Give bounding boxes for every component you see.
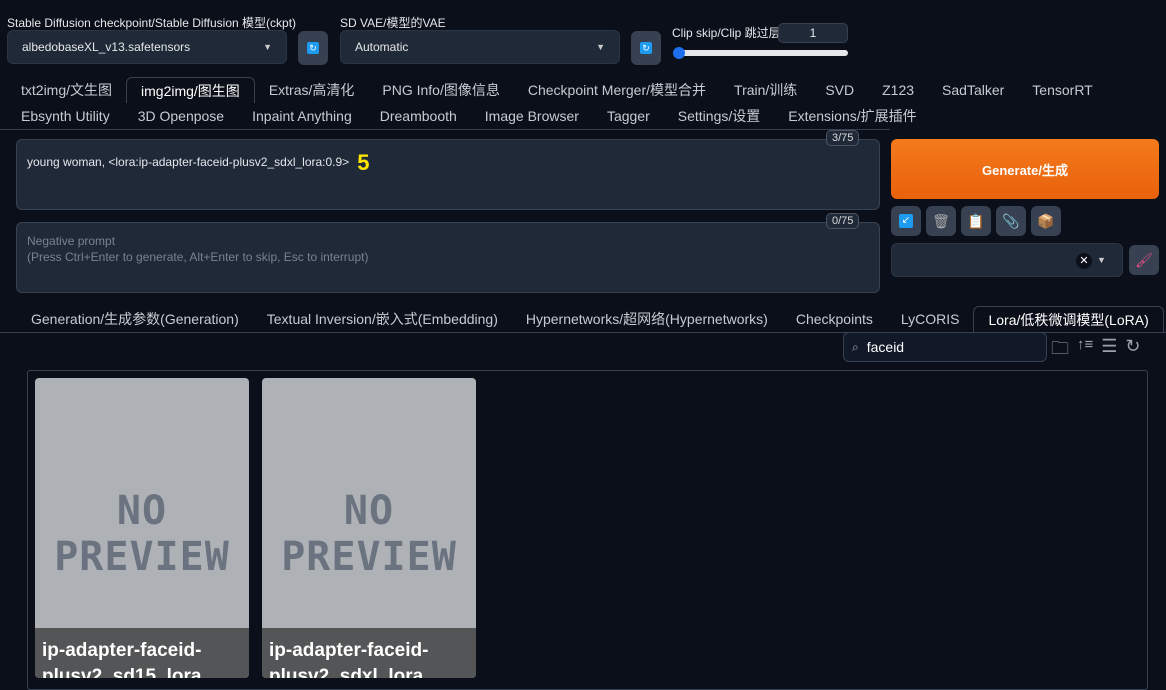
refresh-icon[interactable]: ↻ bbox=[1125, 336, 1140, 366]
tab-txt2img[interactable]: txt2img/文生图 bbox=[7, 77, 126, 103]
tab-tagger[interactable]: Tagger bbox=[593, 103, 664, 129]
tree-view-icon[interactable]: ☰ bbox=[1101, 336, 1117, 366]
vae-value: Automatic bbox=[355, 40, 409, 54]
checkpoint-label: Stable Diffusion checkpoint/Stable Diffu… bbox=[7, 16, 297, 30]
paperclip-button[interactable]: 📎 bbox=[996, 206, 1026, 236]
lora-card[interactable]: NO PREVIEW ip-adapter-faceid-plusv2_sdxl_l… bbox=[262, 378, 476, 678]
tab-settings[interactable]: Settings/设置 bbox=[664, 103, 774, 129]
tab-generation-generation[interactable]: Generation/生成参数(Generation) bbox=[17, 306, 253, 332]
styles-button[interactable]: 📋 bbox=[961, 206, 991, 236]
prompt-token-count: 3/75 bbox=[826, 130, 860, 146]
tab-3d-openpose[interactable]: 3D Openpose bbox=[124, 103, 238, 129]
chevron-down-icon: ▼ bbox=[596, 42, 605, 52]
clear-icon[interactable]: ✕ bbox=[1076, 253, 1092, 269]
vae-label: SD VAE/模型的VAE bbox=[340, 16, 446, 30]
no-preview-image: NO PREVIEW bbox=[281, 488, 457, 580]
search-value: faceid bbox=[866, 339, 905, 355]
refresh-icon: ↻ bbox=[640, 42, 652, 54]
negative-prompt-textarea[interactable]: Negative prompt (Press Ctrl+Enter to gen… bbox=[16, 222, 880, 293]
prompt-text: young woman, <lora:ip-adapter-faceid-plu… bbox=[27, 155, 350, 170]
no-preview-image: NO PREVIEW bbox=[54, 488, 230, 580]
tab-ebsynth-utility[interactable]: Ebsynth Utility bbox=[7, 103, 124, 129]
search-icon: ⌕ bbox=[852, 339, 859, 354]
tab-checkpoint-merger[interactable]: Checkpoint Merger/模型合并 bbox=[514, 77, 720, 103]
vae-dropdown[interactable]: Automatic ▼ bbox=[340, 30, 620, 64]
tab-train[interactable]: Train/训练 bbox=[720, 77, 811, 103]
tab-tensorrt[interactable]: TensorRT bbox=[1018, 77, 1106, 103]
tab-z123[interactable]: Z123 bbox=[868, 77, 928, 103]
tab-lycoris[interactable]: LyCORIS bbox=[887, 306, 974, 332]
clipboard-icon: 📋 bbox=[967, 212, 985, 229]
checkpoint-dropdown[interactable]: albedobaseXL_v13.safetensors ▼ bbox=[7, 30, 287, 64]
card-title: ip-adapter-faceid-plusv2_sdxl_lora bbox=[262, 628, 476, 678]
folder-search-icon[interactable]: 🗀 bbox=[1051, 336, 1069, 366]
main-tabs: txt2img/文生图 img2img/图生图 Extras/高清化 PNG Info… bbox=[7, 77, 1107, 103]
main-tabs-row2: Ebsynth Utility 3D Openpose Inpaint Anythi… bbox=[7, 103, 931, 129]
negative-token-count: 0/75 bbox=[826, 213, 860, 229]
arrow-icon: ↙ bbox=[899, 214, 913, 228]
tab-hypernetworks-hypernetworks[interactable]: Hypernetworks/超网络(Hypernetworks) bbox=[512, 306, 782, 332]
tab-img2img[interactable]: img2img/图生图 bbox=[126, 77, 255, 103]
tab-sadtalker[interactable]: SadTalker bbox=[928, 77, 1018, 103]
tab-extensions[interactable]: Extensions/扩展插件 bbox=[774, 103, 930, 129]
trash-icon: 🗑 bbox=[932, 212, 950, 229]
annotation-number: 5 bbox=[357, 150, 370, 175]
tab-textual-inversion-embedding[interactable]: Textual Inversion/嵌入式(Embedding) bbox=[253, 306, 512, 332]
chevron-down-icon: ▼ bbox=[263, 42, 272, 52]
refresh-icon: ↻ bbox=[307, 42, 319, 54]
clear-button[interactable]: 🗑 bbox=[926, 206, 956, 236]
extra-networks-button[interactable]: 📦 bbox=[1031, 206, 1061, 236]
slider-handle[interactable] bbox=[673, 47, 685, 59]
refresh-checkpoint-button[interactable]: ↻ bbox=[298, 31, 328, 65]
box-icon: 📦 bbox=[1037, 212, 1055, 229]
card-title: ip-adapter-faceid-plusv2_sd15_lora bbox=[35, 628, 249, 678]
search-input[interactable]: ⌕ faceid bbox=[843, 332, 1047, 362]
tab-extras[interactable]: Extras/高清化 bbox=[255, 77, 369, 103]
generate-button[interactable]: Generate/生成 bbox=[891, 139, 1159, 199]
extra-networks-tabs: Generation/生成参数(Generation) Textual Inver… bbox=[17, 306, 1164, 332]
tab-svd[interactable]: SVD bbox=[811, 77, 868, 103]
clip-skip-slider[interactable] bbox=[673, 47, 848, 59]
tab-checkpoints[interactable]: Checkpoints bbox=[782, 306, 887, 332]
clip-skip-label: Clip skip/Clip 跳过层 bbox=[672, 26, 781, 40]
read-params-button[interactable]: ↙ bbox=[891, 206, 921, 236]
tab-png-info[interactable]: PNG Info/图像信息 bbox=[368, 77, 513, 103]
brush-icon: 🖌 bbox=[1135, 251, 1153, 268]
clip-skip-input[interactable]: 1 bbox=[778, 23, 848, 43]
tab-image-browser[interactable]: Image Browser bbox=[471, 103, 593, 129]
divider bbox=[0, 129, 890, 130]
lora-card[interactable]: NO PREVIEW ip-adapter-faceid-plusv2_sd15_l… bbox=[35, 378, 249, 678]
sort-icon[interactable]: ↑≡ bbox=[1077, 336, 1093, 366]
styles-dropdown[interactable]: ✕ ▼ bbox=[891, 243, 1123, 277]
edit-styles-button[interactable]: 🖌 bbox=[1129, 245, 1159, 275]
chevron-down-icon: ▼ bbox=[1097, 255, 1106, 265]
checkpoint-value: albedobaseXL_v13.safetensors bbox=[22, 40, 191, 54]
tab-dreambooth[interactable]: Dreambooth bbox=[366, 103, 471, 129]
tab-lora-lora[interactable]: Lora/低秩微调模型(LoRA) bbox=[973, 306, 1164, 332]
prompt-textarea[interactable]: young woman, <lora:ip-adapter-faceid-plu… bbox=[16, 139, 880, 210]
tab-inpaint-anything[interactable]: Inpaint Anything bbox=[238, 103, 366, 129]
refresh-vae-button[interactable]: ↻ bbox=[631, 31, 661, 65]
paperclip-icon: 📎 bbox=[1002, 212, 1020, 229]
